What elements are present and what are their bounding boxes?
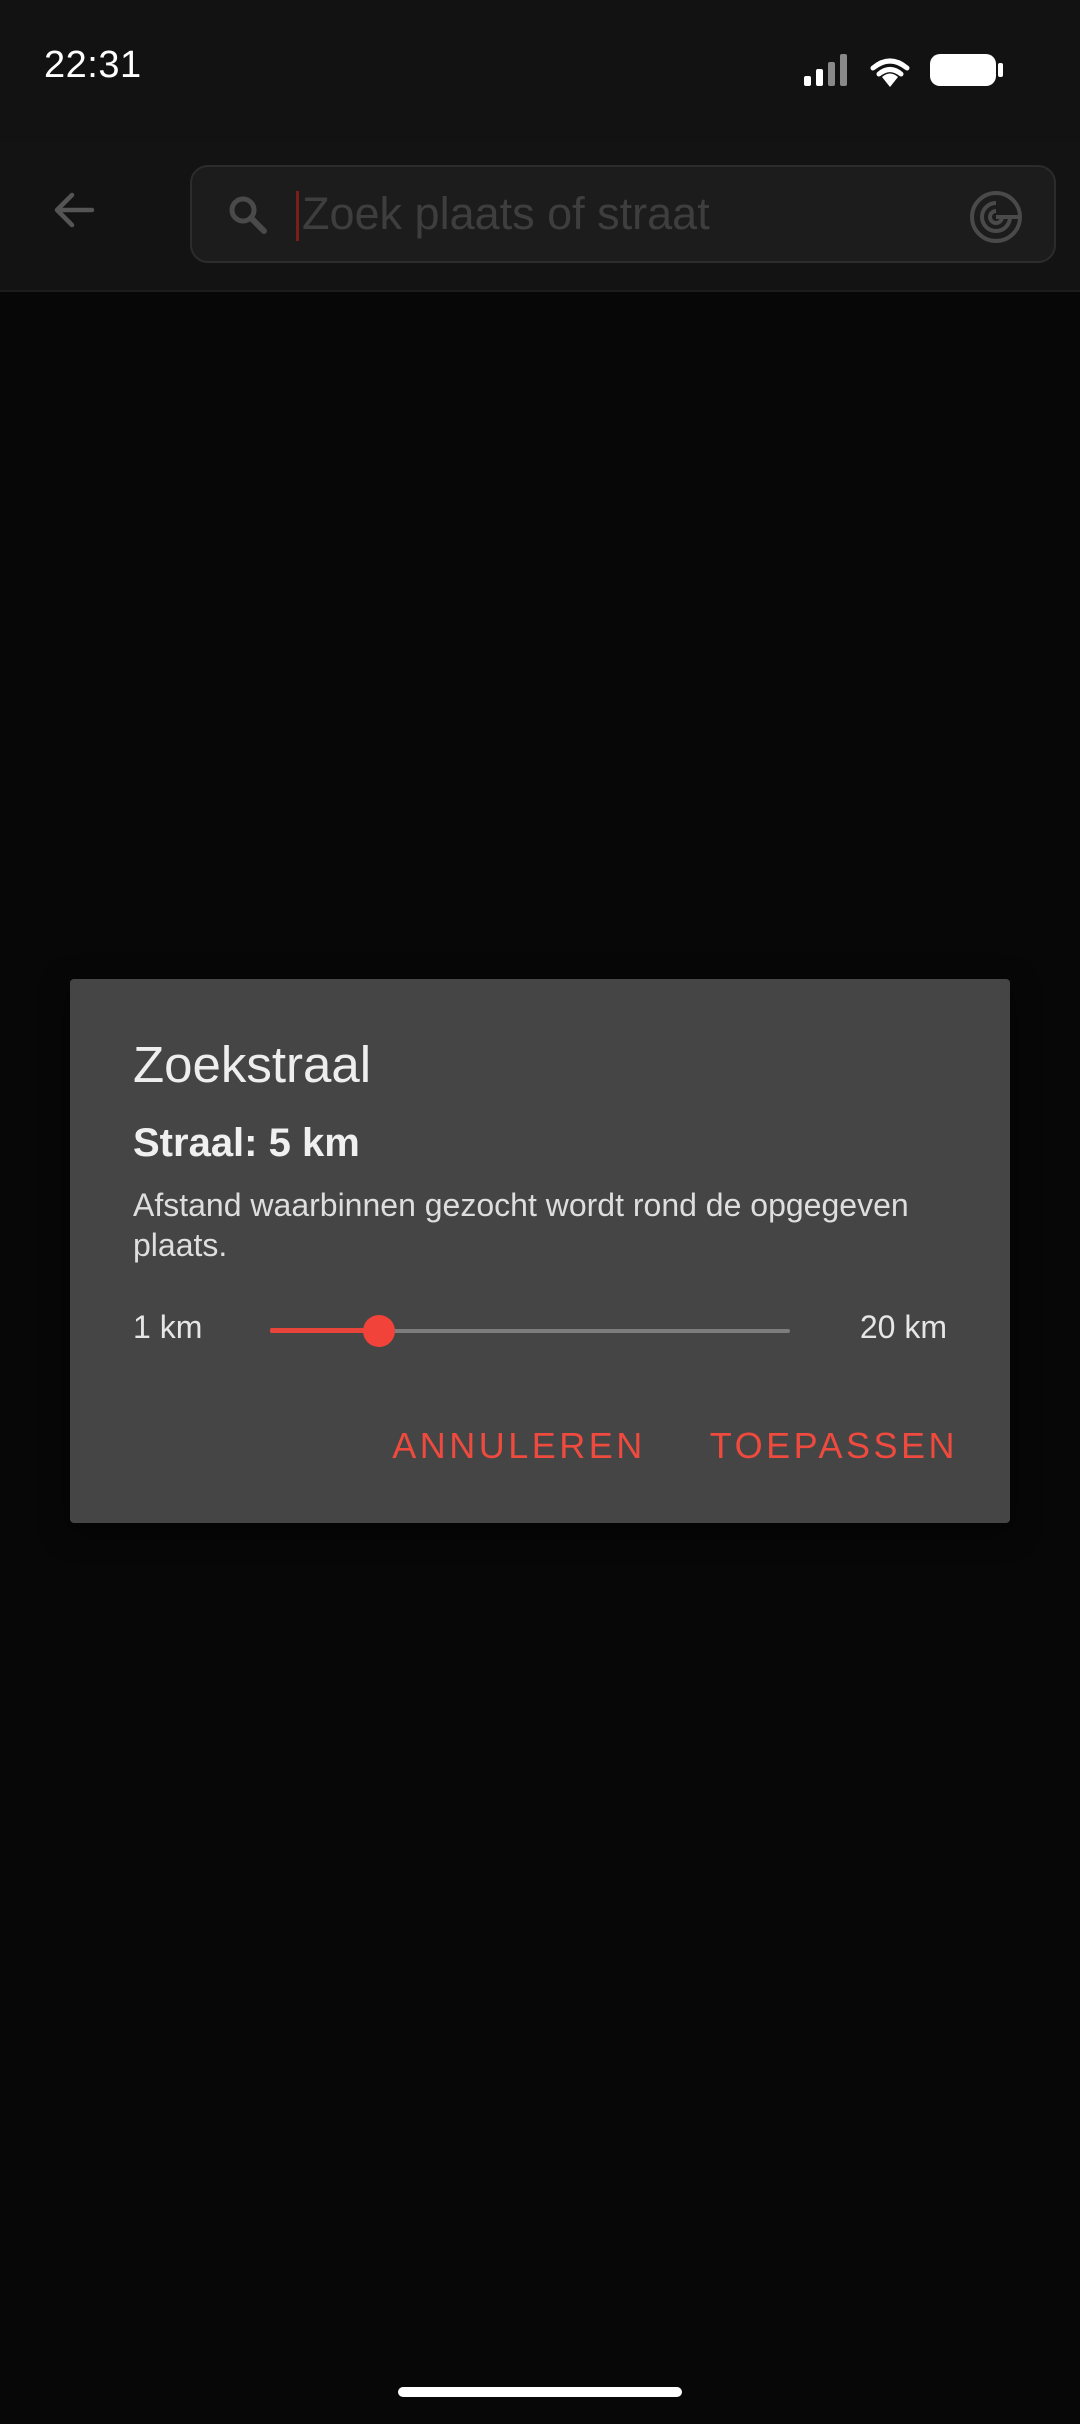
status-bar: 22:31 (0, 0, 1080, 142)
apply-button[interactable]: TOEPASSEN (710, 1425, 958, 1467)
dialog-title: Zoekstraal (133, 1036, 372, 1093)
radar-icon[interactable] (968, 189, 1024, 245)
search-input[interactable] (296, 167, 902, 261)
slider-thumb[interactable] (363, 1315, 395, 1347)
radius-value-label: Straal: 5 km (133, 1121, 360, 1165)
radius-dialog: Zoekstraal Straal: 5 km Afstand waarbinn… (70, 979, 1010, 1523)
back-button[interactable] (38, 174, 110, 246)
dialog-actions: ANNULEREN TOEPASSEN (392, 1425, 958, 1467)
slider-max-label: 20 km (859, 1309, 947, 1345)
wifi-icon (870, 58, 910, 87)
search-icon (229, 196, 267, 234)
status-time: 22:31 (44, 44, 142, 86)
cancel-button[interactable]: ANNULEREN (392, 1425, 646, 1467)
radius-slider[interactable] (270, 1309, 790, 1353)
search-box[interactable] (190, 165, 1056, 263)
dialog-description: Afstand waarbinnen gezocht wordt rond de… (133, 1187, 909, 1263)
home-indicator[interactable] (398, 2387, 682, 2397)
screen: 22:31 Zoek plaats of straat Zoekstraal S… (0, 0, 1080, 2424)
status-icons (804, 50, 1004, 90)
slider-min-label: 1 km (133, 1309, 203, 1345)
signal-icon (804, 54, 847, 86)
app-bar (0, 142, 1080, 292)
arrow-left-icon (54, 192, 95, 228)
battery-icon (930, 54, 1003, 86)
